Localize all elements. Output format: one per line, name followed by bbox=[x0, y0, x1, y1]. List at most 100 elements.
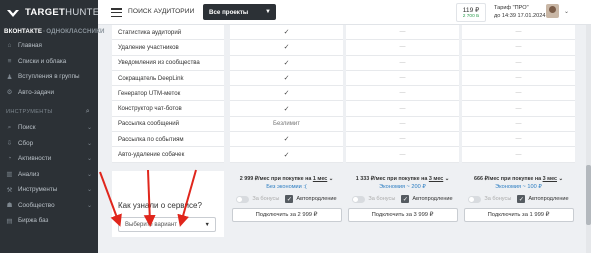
sidebar: TARGETHUNTER ВКОНТАКТЕ · ОДНОКЛАССНИКИ ⌂… bbox=[0, 0, 106, 253]
dash-icon: — bbox=[462, 25, 575, 41]
connect-button[interactable]: Подключить за 1 999 ₽ bbox=[463, 208, 574, 222]
plan-saving: Без экономии :( bbox=[266, 184, 307, 190]
logo-text: TARGETHUNTER bbox=[25, 7, 107, 18]
autorenew-checkbox[interactable]: ✓ bbox=[285, 195, 294, 203]
plan-1-pricing: 2 999 ₽/мес при покупке на 1 мес ⌄ Без э… bbox=[228, 176, 345, 222]
network-tab-ok[interactable]: ОДНОКЛАССНИКИ bbox=[46, 28, 104, 35]
sidebar-item-community[interactable]: ☗ Сообщество ⌄ bbox=[0, 198, 98, 214]
sidebar-item-tools[interactable]: ⚒ Инструменты ⌄ bbox=[0, 182, 98, 198]
activity-icon: ◔ bbox=[7, 155, 12, 163]
dash-icon: — bbox=[346, 117, 459, 133]
plan-column-1: ✓ ✓ ✓ ✓ ✓ ✓ Безлимит ✓ ✓ bbox=[230, 25, 343, 163]
dash-icon: — bbox=[346, 56, 459, 71]
sidebar-item-database[interactable]: ▤ Биржа баз bbox=[0, 213, 98, 229]
sidebar-menu-tools: ⌕ Поиск ⌄ ⇩ Сбор ⌄ ◔ Активности ⌄ ▥ Анал… bbox=[0, 120, 98, 229]
sidebar-search-icon[interactable]: ⌕ bbox=[86, 108, 90, 116]
plan-saving: Экономия ~ 200 ₽ bbox=[379, 184, 426, 190]
robot-icon: ⚙ bbox=[6, 89, 13, 97]
dash-icon: — bbox=[346, 101, 459, 117]
users-icon: ♟ bbox=[6, 73, 13, 81]
list-icon: ≡ bbox=[7, 57, 12, 65]
database-icon: ▤ bbox=[6, 217, 13, 225]
survey-select[interactable]: Выберите вариант ▼ bbox=[118, 217, 216, 232]
scrollbar-thumb[interactable] bbox=[586, 165, 591, 225]
check-icon: ✓ bbox=[230, 25, 343, 41]
network-tabs: ВКОНТАКТЕ · ОДНОКЛАССНИКИ bbox=[0, 25, 104, 38]
tariff-info[interactable]: Тариф "ПРО" до 14:39 17.01.2024 bbox=[494, 4, 545, 20]
feature-row: Удаление участников bbox=[112, 40, 224, 56]
logo-icon bbox=[6, 8, 20, 18]
autorenew-checkbox[interactable]: ✓ bbox=[401, 195, 410, 203]
feature-row: Статистика аудиторий bbox=[112, 25, 224, 41]
chevron-down-icon: ⌄ bbox=[86, 171, 92, 178]
feature-row: Авто-удаление собачек bbox=[112, 147, 224, 163]
plan-2-pricing: 1 333 ₽/мес при покупке на 3 мес ⌄ Эконо… bbox=[344, 176, 461, 222]
check-icon: ✓ bbox=[230, 71, 343, 87]
survey-box: Как узнали о сервисе? Выберите вариант ▼ bbox=[112, 171, 224, 237]
dash-icon: — bbox=[462, 101, 575, 117]
sidebar-menu-top: ⌂ Главная ≡ Списки и облака ♟ Вступления… bbox=[0, 38, 98, 100]
dash-icon: — bbox=[346, 71, 459, 87]
dash-icon: — bbox=[346, 132, 459, 148]
project-select[interactable]: Все проекты ▼ bbox=[203, 4, 276, 20]
home-icon: ⌂ bbox=[7, 42, 12, 50]
feature-row: Генератор UTM-меток bbox=[112, 86, 224, 102]
check-icon: ✓ bbox=[230, 86, 343, 102]
plan-column-3: — — — — — — — — — bbox=[462, 25, 575, 163]
bonus-balance: 2 700 Б bbox=[462, 14, 480, 19]
sidebar-item-collect[interactable]: ⇩ Сбор ⌄ bbox=[0, 136, 98, 152]
tools-icon: ⚒ bbox=[6, 186, 13, 194]
community-icon: ☗ bbox=[6, 202, 13, 210]
logo[interactable]: TARGETHUNTER bbox=[0, 0, 106, 25]
dash-icon: — bbox=[462, 86, 575, 102]
chevron-down-icon: ⌄ bbox=[86, 156, 92, 163]
dash-icon: — bbox=[346, 25, 459, 41]
chart-icon: ▥ bbox=[6, 171, 13, 179]
bonus-toggle[interactable] bbox=[352, 195, 366, 203]
tariff-comparison: Статистика аудиторий Удаление участников… bbox=[98, 25, 591, 253]
feature-row: Рассылка по событиям bbox=[112, 132, 224, 148]
tools-section-header: ИНСТРУМЕНТЫ ⌕ bbox=[6, 108, 90, 116]
dash-icon: — bbox=[462, 132, 575, 148]
avatar[interactable] bbox=[546, 4, 559, 18]
plan-price: 666 ₽/мес при покупке на 3 мес ⌄ bbox=[473, 176, 564, 182]
balance-widget[interactable]: 119 ₽ 2 700 Б bbox=[456, 3, 486, 22]
autorenew-checkbox[interactable]: ✓ bbox=[517, 195, 526, 203]
network-separator: · bbox=[43, 28, 46, 35]
sidebar-item-activity[interactable]: ◔ Активности ⌄ bbox=[0, 151, 98, 167]
top-bar: ПОИСК АУДИТОРИИ Все проекты ▼ 119 ₽ 2 70… bbox=[98, 0, 591, 25]
feature-row: Рассылка сообщений bbox=[112, 116, 224, 133]
dash-icon: — bbox=[462, 71, 575, 87]
page-title: ПОИСК АУДИТОРИИ bbox=[128, 8, 195, 15]
check-icon: ✓ bbox=[230, 147, 343, 163]
menu-icon[interactable] bbox=[111, 8, 122, 17]
feature-row: Конструктор чат-ботов bbox=[112, 101, 224, 117]
bonus-toggle[interactable] bbox=[236, 195, 250, 203]
dash-icon: — bbox=[462, 40, 575, 56]
survey-question: Как узнали о сервисе? bbox=[118, 201, 202, 210]
sidebar-item-home[interactable]: ⌂ Главная bbox=[0, 38, 98, 54]
dash-icon: — bbox=[462, 56, 575, 71]
sidebar-item-analysis[interactable]: ▥ Анализ ⌄ bbox=[0, 167, 98, 183]
download-icon: ⇩ bbox=[6, 140, 13, 148]
sidebar-item-lists[interactable]: ≡ Списки и облака bbox=[0, 54, 98, 70]
check-icon: ✓ bbox=[230, 101, 343, 117]
chevron-down-icon: ⌄ bbox=[86, 202, 92, 209]
network-tab-vk[interactable]: ВКОНТАКТЕ bbox=[4, 28, 42, 35]
chevron-down-icon: ⌄ bbox=[86, 187, 92, 194]
connect-button[interactable]: Подключить за 3 999 ₽ bbox=[347, 208, 458, 222]
check-icon: ✓ bbox=[230, 40, 343, 56]
dash-icon: — bbox=[462, 117, 575, 133]
bonus-toggle[interactable] bbox=[468, 195, 482, 203]
sidebar-item-search[interactable]: ⌕ Поиск ⌄ bbox=[0, 120, 98, 136]
check-icon: ✓ bbox=[230, 56, 343, 71]
chevron-down-icon[interactable]: ⌄ bbox=[564, 8, 569, 15]
plan-price: 2 999 ₽/мес при покупке на 1 мес ⌄ bbox=[239, 176, 334, 182]
connect-button[interactable]: Подключить за 2 999 ₽ bbox=[231, 208, 342, 222]
sidebar-item-joins[interactable]: ♟ Вступления в группы bbox=[0, 69, 98, 85]
balance-value: 119 ₽ bbox=[462, 7, 480, 14]
feature-value: Безлимит bbox=[230, 117, 343, 133]
dash-icon: — bbox=[462, 147, 575, 163]
plan-column-2: — — — — — — — — — bbox=[346, 25, 459, 163]
sidebar-item-autotasks[interactable]: ⚙ Авто-задачи bbox=[0, 85, 98, 101]
